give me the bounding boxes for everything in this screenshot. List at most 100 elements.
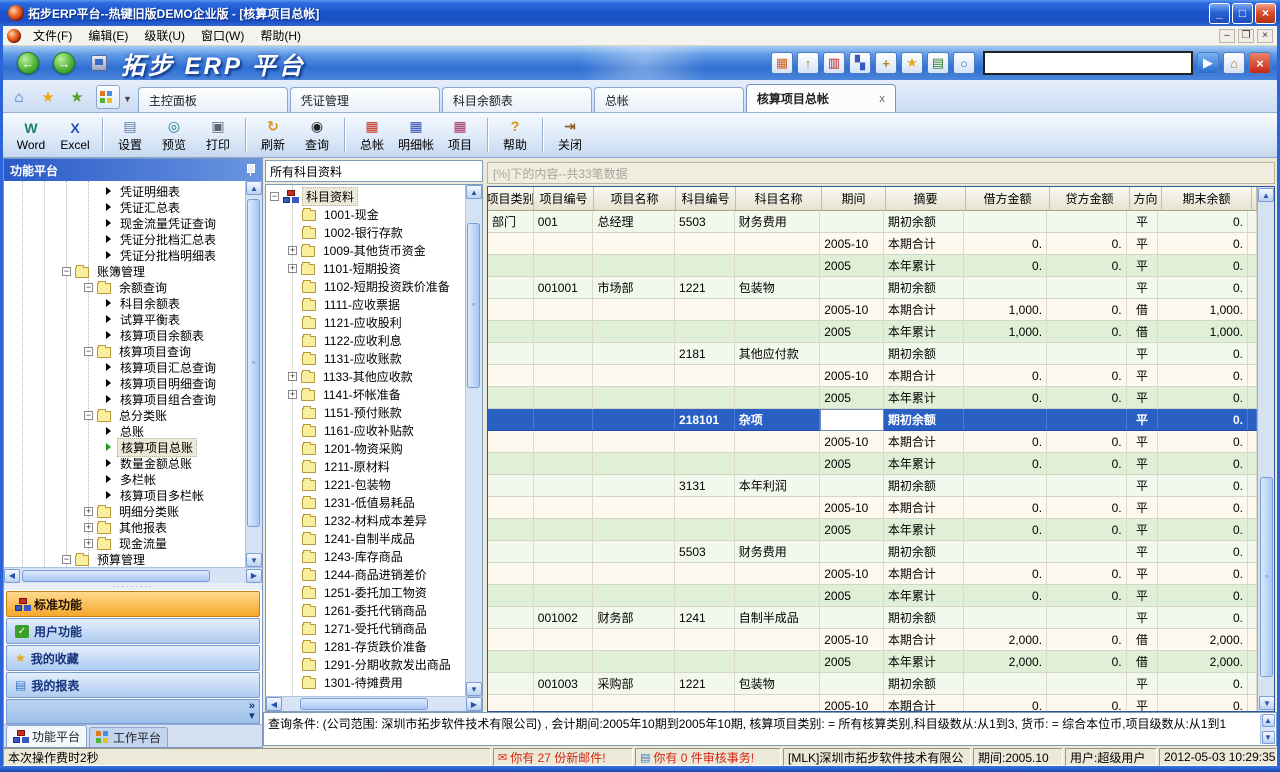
tree-item-1101-短期投资[interactable]: +1101-短期投资 <box>266 259 482 277</box>
tree-item-余额查询[interactable]: −余额查询 <box>4 279 262 295</box>
column-header-科目名称[interactable]: 科目名称 <box>736 187 822 210</box>
table-row[interactable]: 2005-10本期合计2,000.0.借2,000. <box>488 629 1257 651</box>
table-row[interactable]: 部门001总经理5503财务费用期初余额平0. <box>488 211 1257 233</box>
tree-item-1111-应收票据[interactable]: 1111-应收票据 <box>266 295 482 313</box>
status-mail[interactable]: ✉你有 27 份新邮件! <box>493 748 633 766</box>
tree-expand-icon[interactable]: − <box>270 192 279 201</box>
column-header-贷方金额[interactable]: 贷方金额 <box>1050 187 1130 210</box>
minimize-button[interactable]: _ <box>1209 3 1230 24</box>
table-row[interactable]: 218101杂项期初余额平0. <box>488 409 1257 431</box>
layout-grid-icon[interactable]: ▦ <box>771 52 793 74</box>
scroll-down-icon[interactable]: ▼ <box>1259 696 1275 710</box>
close-button[interactable]: × <box>1255 3 1276 24</box>
tab-核算项目总帐[interactable]: 核算项目总帐x <box>746 84 896 112</box>
table-row[interactable]: 2005-10本期合计0.0.平0. <box>488 233 1257 255</box>
tree-item-核算项目组合查询[interactable]: 核算项目组合查询 <box>4 391 262 407</box>
tree-item-多栏帐[interactable]: 多栏帐 <box>4 471 262 487</box>
tree-item-1131-应收账款[interactable]: 1131-应收账款 <box>266 349 482 367</box>
panel-splitter-handle[interactable]: ········· <box>4 583 262 590</box>
tab-凭证管理[interactable]: 凭证管理 <box>290 87 440 112</box>
table-row[interactable]: 2005-10本期合计0.0.平0. <box>488 431 1257 453</box>
table-row[interactable]: 2005-10本期合计0.0.平0. <box>488 695 1257 711</box>
table-row[interactable]: 2005本年累计0.0.平0. <box>488 585 1257 607</box>
tree-item-1211-原材料[interactable]: 1211-原材料 <box>266 457 482 475</box>
command-input[interactable] <box>983 51 1193 75</box>
column-header-方向[interactable]: 方向 <box>1130 187 1162 210</box>
tree-item-科目余额表[interactable]: 科目余额表 <box>4 295 262 311</box>
table-row[interactable]: 2181其他应付款期初余额平0. <box>488 343 1257 365</box>
table-row[interactable]: 2005-10本期合计0.0.平0. <box>488 563 1257 585</box>
menu-item[interactable]: 级联(U) <box>136 25 193 46</box>
tree-item-1009-其他货币资金[interactable]: +1009-其他货币资金 <box>266 241 482 259</box>
column-header-借方金额[interactable]: 借方金额 <box>966 187 1050 210</box>
query-scrollbar[interactable]: ▲ ▼ <box>1260 714 1275 744</box>
favorites-star-icon[interactable]: ★ <box>36 85 60 109</box>
tab-主控面板[interactable]: 主控面板 <box>138 87 288 112</box>
export-folder-icon[interactable]: ↑ <box>797 52 819 74</box>
column-header-摘要[interactable]: 摘要 <box>886 187 966 210</box>
tree-expand-icon[interactable]: − <box>84 347 93 356</box>
accordion-用户功能[interactable]: ✓用户功能 <box>6 618 260 644</box>
accordion-标准功能[interactable]: 标准功能 <box>6 591 260 617</box>
org-chart-icon[interactable]: ▚ <box>849 52 871 74</box>
tab-layout-button[interactable] <box>96 85 120 109</box>
scroll-up-icon[interactable]: ▲ <box>1262 714 1275 727</box>
tree-item-账簿管理[interactable]: −账簿管理 <box>4 263 262 279</box>
tree-expand-icon[interactable]: + <box>84 507 93 516</box>
column-header-期间[interactable]: 期间 <box>822 187 886 210</box>
menu-item[interactable]: 编辑(E) <box>80 25 136 46</box>
toolbar-button-Word[interactable]: WWord <box>9 115 53 155</box>
function-tree-hscrollbar[interactable]: ◀ ▶ <box>4 567 262 583</box>
scrollbar-thumb[interactable]: ≡ <box>1260 477 1273 677</box>
tree-item-科目资料[interactable]: −科目资料 <box>266 187 482 205</box>
tree-item-1122-应收利息[interactable]: 1122-应收利息 <box>266 331 482 349</box>
pin-icon[interactable] <box>244 163 256 177</box>
tree-item-核算项目多栏帐[interactable]: 核算项目多栏帐 <box>4 487 262 503</box>
tree-expand-icon[interactable]: − <box>84 283 93 292</box>
tree-item-1271-受托代销商品[interactable]: 1271-受托代销商品 <box>266 619 482 637</box>
tree-item-其他报表[interactable]: +其他报表 <box>4 519 262 535</box>
tree-item-1281-存货跌价准备[interactable]: 1281-存货跌价准备 <box>266 637 482 655</box>
tree-item-1243-库存商品[interactable]: 1243-库存商品 <box>266 547 482 565</box>
status-audit[interactable]: ▤你有 0 件审核事务! <box>635 748 781 766</box>
scrollbar-thumb[interactable] <box>300 698 428 710</box>
toolbar-button-设置[interactable]: ▤设置 <box>108 115 152 155</box>
tree-item-1244-商品进销差价[interactable]: 1244-商品进销差价 <box>266 565 482 583</box>
mdi-close-button[interactable]: × <box>1257 29 1273 43</box>
panel-tab-功能平台[interactable]: 功能平台 <box>6 725 87 747</box>
tree-item-1251-委托加工物资[interactable]: 1251-委托加工物资 <box>266 583 482 601</box>
clock-icon[interactable]: ○ <box>953 52 975 74</box>
tree-expand-icon[interactable]: + <box>288 264 297 273</box>
toolbar-button-打印[interactable]: ▣打印 <box>196 115 240 155</box>
mdi-restore-button[interactable]: ❐ <box>1238 29 1254 43</box>
toolbar-button-预览[interactable]: ◎预览 <box>152 115 196 155</box>
favorite-star-icon[interactable]: ★ <box>901 52 923 74</box>
table-row[interactable]: 2005本年累计0.0.平0. <box>488 453 1257 475</box>
toolbar-button-刷新[interactable]: ↻刷新 <box>251 115 295 155</box>
scrollbar-thumb[interactable] <box>22 570 210 582</box>
tree-item-现金流量凭证查询[interactable]: 现金流量凭证查询 <box>4 215 262 231</box>
scroll-up-icon[interactable]: ▲ <box>1258 188 1274 202</box>
tree-item-核算项目总账[interactable]: 核算项目总账 <box>4 439 262 455</box>
tab-总帐[interactable]: 总帐 <box>594 87 744 112</box>
tree-item-凭证分批档汇总表[interactable]: 凭证分批档汇总表 <box>4 231 262 247</box>
table-row[interactable]: 2005本年累计2,000.0.借2,000. <box>488 651 1257 673</box>
table-row[interactable]: 2005-10本期合计0.0.平0. <box>488 365 1257 387</box>
table-row[interactable]: 2005-10本期合计1,000.0.借1,000. <box>488 299 1257 321</box>
accordion-我的收藏[interactable]: ★我的收藏 <box>6 645 260 671</box>
tree-expand-icon[interactable]: + <box>84 539 93 548</box>
tree-item-1261-委托代销商品[interactable]: 1261-委托代销商品 <box>266 601 482 619</box>
table-row[interactable]: 001003采购部1221包装物期初余额平0. <box>488 673 1257 695</box>
tree-item-试算平衡表[interactable]: 试算平衡表 <box>4 311 262 327</box>
tree-expand-icon[interactable]: − <box>62 267 71 276</box>
go-icon[interactable]: ▶ <box>1197 52 1219 74</box>
tree-item-总分类账[interactable]: −总分类账 <box>4 407 262 423</box>
new-folder-icon[interactable]: + <box>875 52 897 74</box>
tree-item-1301-待摊费用[interactable]: 1301-待摊费用 <box>266 673 482 691</box>
tree-item-1201-物资采购[interactable]: 1201-物资采购 <box>266 439 482 457</box>
tree-expand-icon[interactable]: − <box>62 555 71 564</box>
tree-item-核算项目明细查询[interactable]: 核算项目明细查询 <box>4 375 262 391</box>
tree-item-1121-应收股利[interactable]: 1121-应收股利 <box>266 313 482 331</box>
scroll-left-icon[interactable]: ◀ <box>266 697 282 711</box>
table-row[interactable]: 2005-10本期合计0.0.平0. <box>488 497 1257 519</box>
